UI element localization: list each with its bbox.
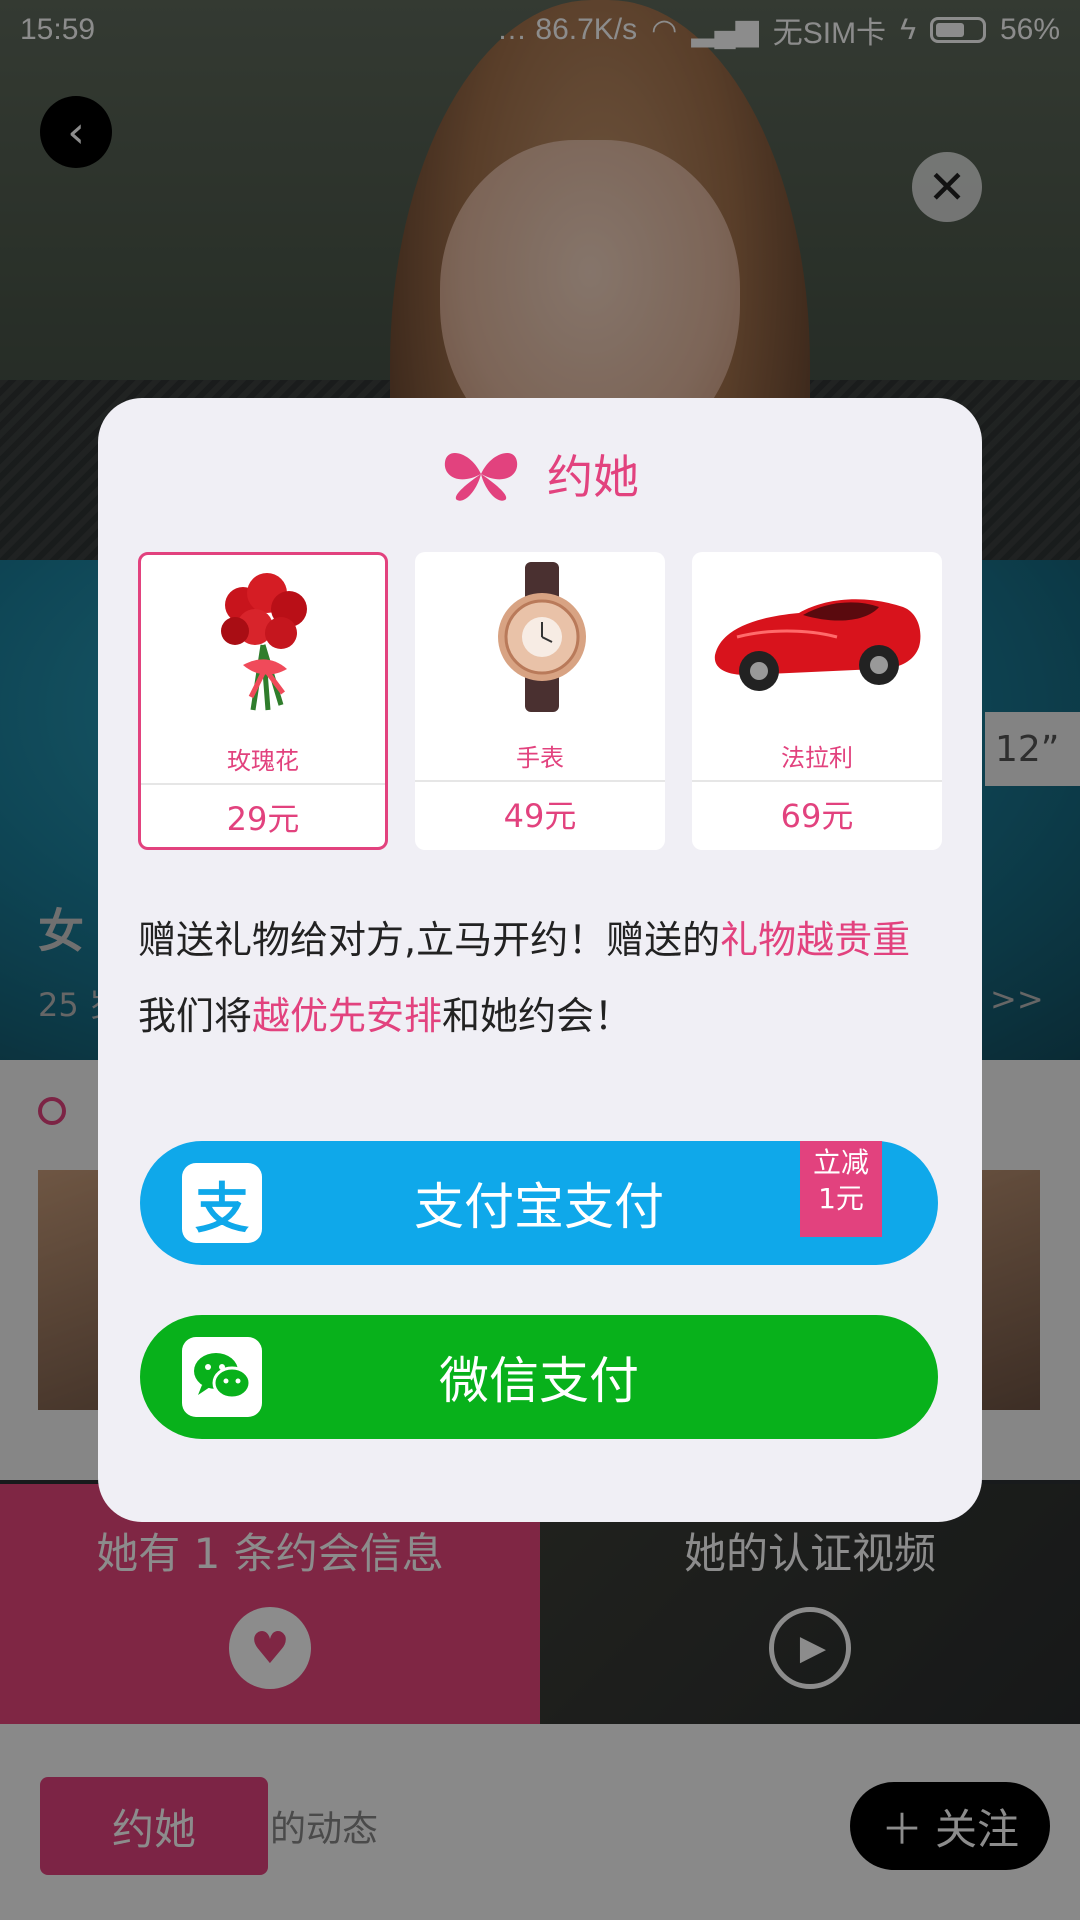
desc-highlight: 越优先安排 [252,994,443,1038]
gift-divider [415,780,665,782]
bow-icon [444,452,518,501]
gift-divider [141,783,385,785]
dialog-header: 约她 [98,434,982,514]
desc-highlight: 礼物越贵重 [720,918,911,962]
gift-price: 49元 [503,797,577,835]
dialog-description: 赠送礼物给对方,立马开约！赠送的礼物越贵重我们将越优先安排和她约会！ [138,902,948,1054]
date-gift-dialog: 约她 玫瑰花 29元 手表 49元 法拉利 69元 赠送礼物给对方,立马开约！赠… [98,398,982,1522]
wechat-icon [182,1337,262,1417]
gift-price: 69元 [780,797,854,835]
dialog-title: 约她 [547,450,639,504]
wechat-pay-button[interactable]: 微信支付 [140,1315,938,1439]
desc-text: 和她约会！ [442,994,633,1038]
gift-name: 法拉利 [781,744,853,772]
alipay-button[interactable]: 支 支付宝支付 立减 1元 [140,1141,938,1265]
desc-text: 我们将 [138,994,253,1038]
rose-bouquet-icon [141,565,385,715]
gift-name: 玫瑰花 [227,747,299,775]
alipay-glyph: 支 [195,1176,249,1240]
gift-price: 29元 [226,800,300,838]
wechat-pay-label: 微信支付 [439,1352,639,1410]
watch-icon [415,562,665,712]
gift-option-watch[interactable]: 手表 49元 [415,552,665,850]
alipay-label: 支付宝支付 [414,1178,664,1236]
gift-name: 手表 [516,744,564,772]
alipay-icon: 支 [182,1163,262,1243]
desc-text: 赠送礼物给对方,立马开约！赠送的 [138,918,721,962]
gift-option-ferrari[interactable]: 法拉利 69元 [692,552,942,850]
discount-badge: 立减 1元 [800,1141,882,1237]
badge-line2: 1元 [818,1182,864,1215]
gift-option-rose[interactable]: 玫瑰花 29元 [138,552,388,850]
red-sports-car-icon [692,562,942,712]
badge-line1: 立减 [812,1146,869,1179]
gift-divider [692,780,942,782]
